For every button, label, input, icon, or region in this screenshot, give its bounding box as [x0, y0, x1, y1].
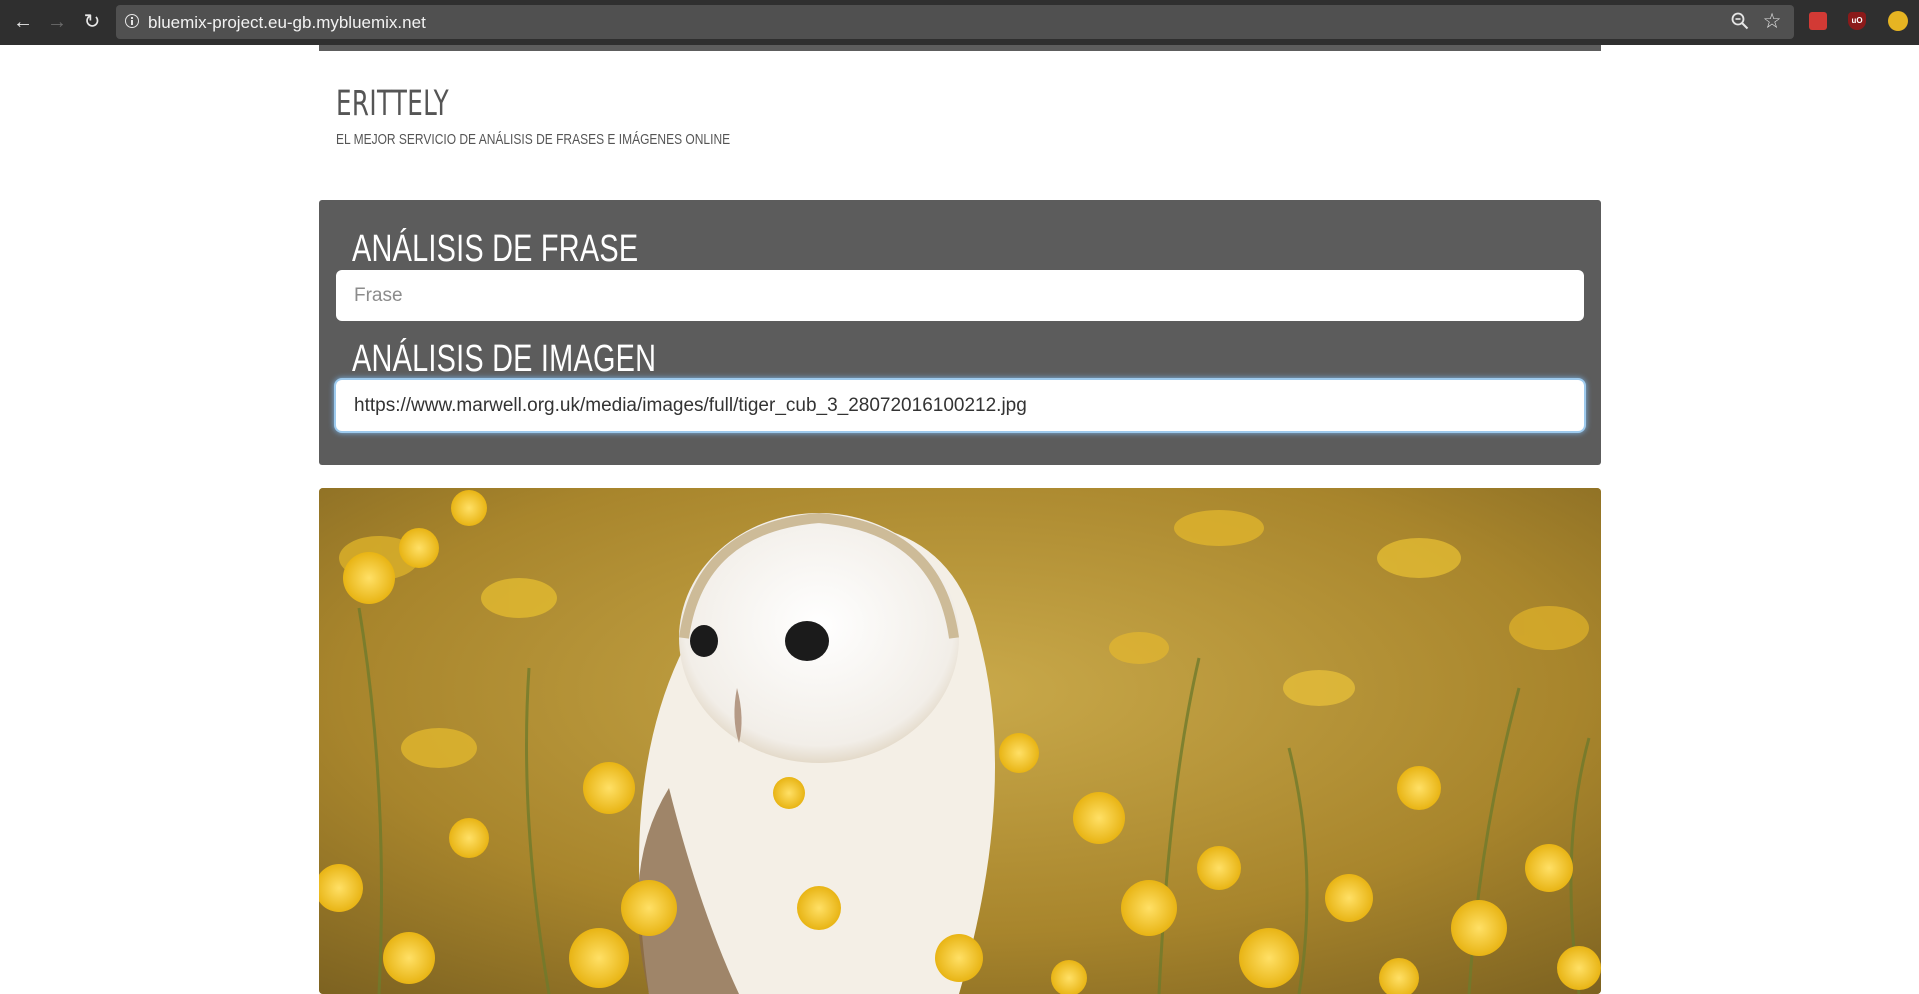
star-icon[interactable]: ☆ — [1762, 11, 1782, 32]
analysis-panel: ANÁLISIS DE FRASE ANÁLISIS DE IMAGEN — [319, 200, 1601, 465]
info-icon[interactable] — [125, 14, 139, 28]
zoom-icon[interactable] — [1730, 12, 1750, 32]
address-bar[interactable]: bluemix-project.eu-gb.mybluemix.net ☆ — [116, 5, 1794, 39]
phrase-input[interactable] — [336, 270, 1584, 321]
page-content: ERITTELY EL MEJOR SERVICIO DE ANÁLISIS D… — [0, 45, 1919, 994]
back-arrow-icon[interactable]: ← — [11, 10, 35, 34]
owl-in-flowers-image — [319, 488, 1601, 994]
site-title: ERITTELY — [336, 84, 450, 124]
image-url-input[interactable] — [336, 380, 1584, 431]
forward-arrow-icon[interactable]: → — [45, 10, 69, 34]
browser-toolbar: ← → ↻ bluemix-project.eu-gb.mybluemix.ne… — [0, 0, 1919, 45]
red-book-extension-icon[interactable] — [1809, 12, 1827, 30]
address-bar-url[interactable]: bluemix-project.eu-gb.mybluemix.net — [148, 13, 426, 33]
yellow-circle-extension-icon[interactable] — [1888, 11, 1908, 31]
phrase-analysis-heading: ANÁLISIS DE FRASE — [352, 228, 639, 270]
owl-photo — [319, 488, 1601, 994]
reload-icon[interactable]: ↻ — [80, 10, 104, 34]
image-analysis-heading: ANÁLISIS DE IMAGEN — [352, 338, 657, 380]
ublock-extension-icon[interactable]: uO — [1848, 12, 1866, 30]
site-tagline: EL MEJOR SERVICIO DE ANÁLISIS DE FRASES … — [336, 131, 731, 148]
top-nav-strip — [319, 45, 1601, 51]
